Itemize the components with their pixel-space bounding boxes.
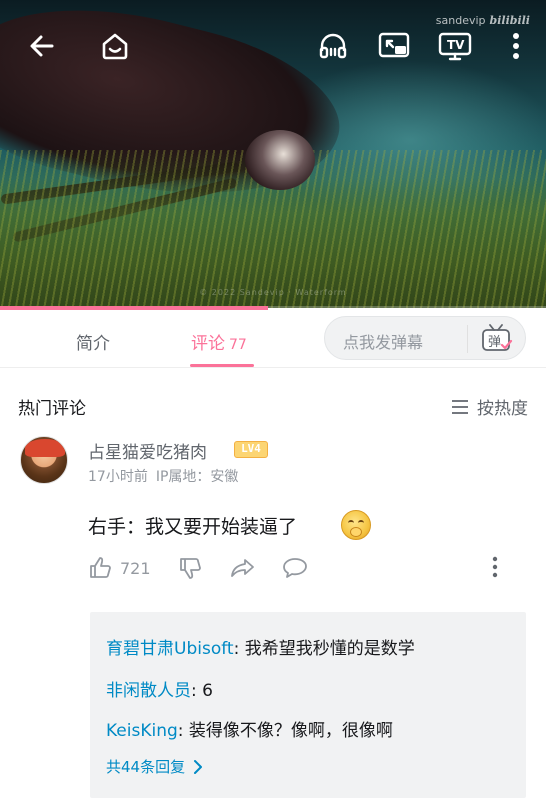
tab-intro-label: 简介 (76, 334, 110, 354)
like-count: 721 (120, 558, 151, 578)
user-level-badge: LV4 (234, 441, 268, 458)
reply-item[interactable]: KeisKing: 装得像不像？像啊，很像啊 (106, 716, 393, 741)
reply-text: : 我希望我秒懂的是数学 (233, 639, 415, 659)
comment-more-button[interactable] (492, 556, 498, 578)
more-vertical-icon (492, 556, 498, 578)
thinking-emoji-icon (341, 510, 371, 540)
comment-text: 右手：我又要开始装逼了 (88, 516, 298, 538)
home-icon[interactable] (93, 24, 137, 68)
comment-actions: 721 (88, 556, 508, 586)
like-button[interactable]: 721 (88, 556, 151, 580)
svg-text:弹: 弹 (488, 335, 501, 350)
reply-item[interactable]: 育碧甘肃Ubisoft: 我希望我秒懂的是数学 (106, 634, 415, 659)
danmu-input[interactable]: 点我发弹幕 弹 (324, 316, 526, 360)
chat-bubble-icon (283, 558, 307, 578)
video-subject (245, 130, 315, 190)
share-arrow-icon (231, 559, 254, 577)
svg-text:TV: TV (447, 38, 465, 52)
sort-button[interactable]: 按热度 (451, 394, 528, 419)
reply-text: : 6 (191, 681, 213, 701)
tv-icon[interactable]: TV (433, 24, 477, 68)
tab-intro[interactable]: 简介 (76, 329, 110, 354)
share-button[interactable] (230, 556, 256, 580)
tab-comments-count: 77 (229, 337, 247, 353)
screen-cast-icon[interactable] (372, 24, 416, 68)
reply-username[interactable]: 育碧甘肃Ubisoft (106, 639, 234, 659)
more-vertical-icon[interactable] (494, 24, 538, 68)
chevron-right-icon (194, 759, 203, 774)
video-watermark: © 2022 Sandevip · Waterform (199, 288, 347, 297)
danmu-toggle-icon[interactable]: 弹 (480, 324, 514, 354)
comment-meta: 17小时前 IP属地：安徽 (88, 466, 238, 486)
comment-time: 17小时前 (88, 469, 148, 485)
sort-label: 按热度 (477, 399, 528, 419)
thumbs-down-icon (180, 558, 201, 579)
view-all-replies-link[interactable]: 共44条回复 (106, 756, 203, 777)
avatar[interactable] (20, 436, 68, 484)
comment-ip: IP属地：安徽 (155, 469, 239, 485)
video-player[interactable]: sandevip bilibili © 2022 Sandevip · Water… (0, 0, 546, 308)
thumbs-up-icon (90, 557, 111, 578)
replies-preview[interactable]: 育碧甘肃Ubisoft: 我希望我秒懂的是数学 非闲散人员: 6 KeisKin… (90, 612, 526, 798)
tab-comments-label: 评论 (191, 334, 225, 354)
dislike-button[interactable] (178, 556, 202, 580)
reply-item[interactable]: 非闲散人员: 6 (106, 676, 213, 701)
danmu-placeholder: 点我发弹幕 (343, 333, 424, 352)
headphones-icon[interactable] (311, 24, 355, 68)
view-all-replies-label: 共44条回复 (106, 758, 186, 776)
sort-list-icon (452, 399, 468, 414)
tab-comments[interactable]: 评论 77 (191, 329, 247, 354)
comment-username[interactable]: 占星猫爱吃猪肉 (88, 438, 207, 463)
back-arrow-icon[interactable] (20, 24, 64, 68)
reply-button[interactable] (282, 556, 308, 580)
tab-active-indicator (190, 364, 254, 367)
reply-text: : 装得像不像？像啊，很像啊 (177, 721, 393, 741)
reply-username[interactable]: 非闲散人员 (106, 681, 191, 701)
danmu-divider (467, 325, 468, 353)
reply-username[interactable]: KeisKing (106, 721, 178, 741)
hot-comments-title: 热门评论 (18, 399, 86, 419)
